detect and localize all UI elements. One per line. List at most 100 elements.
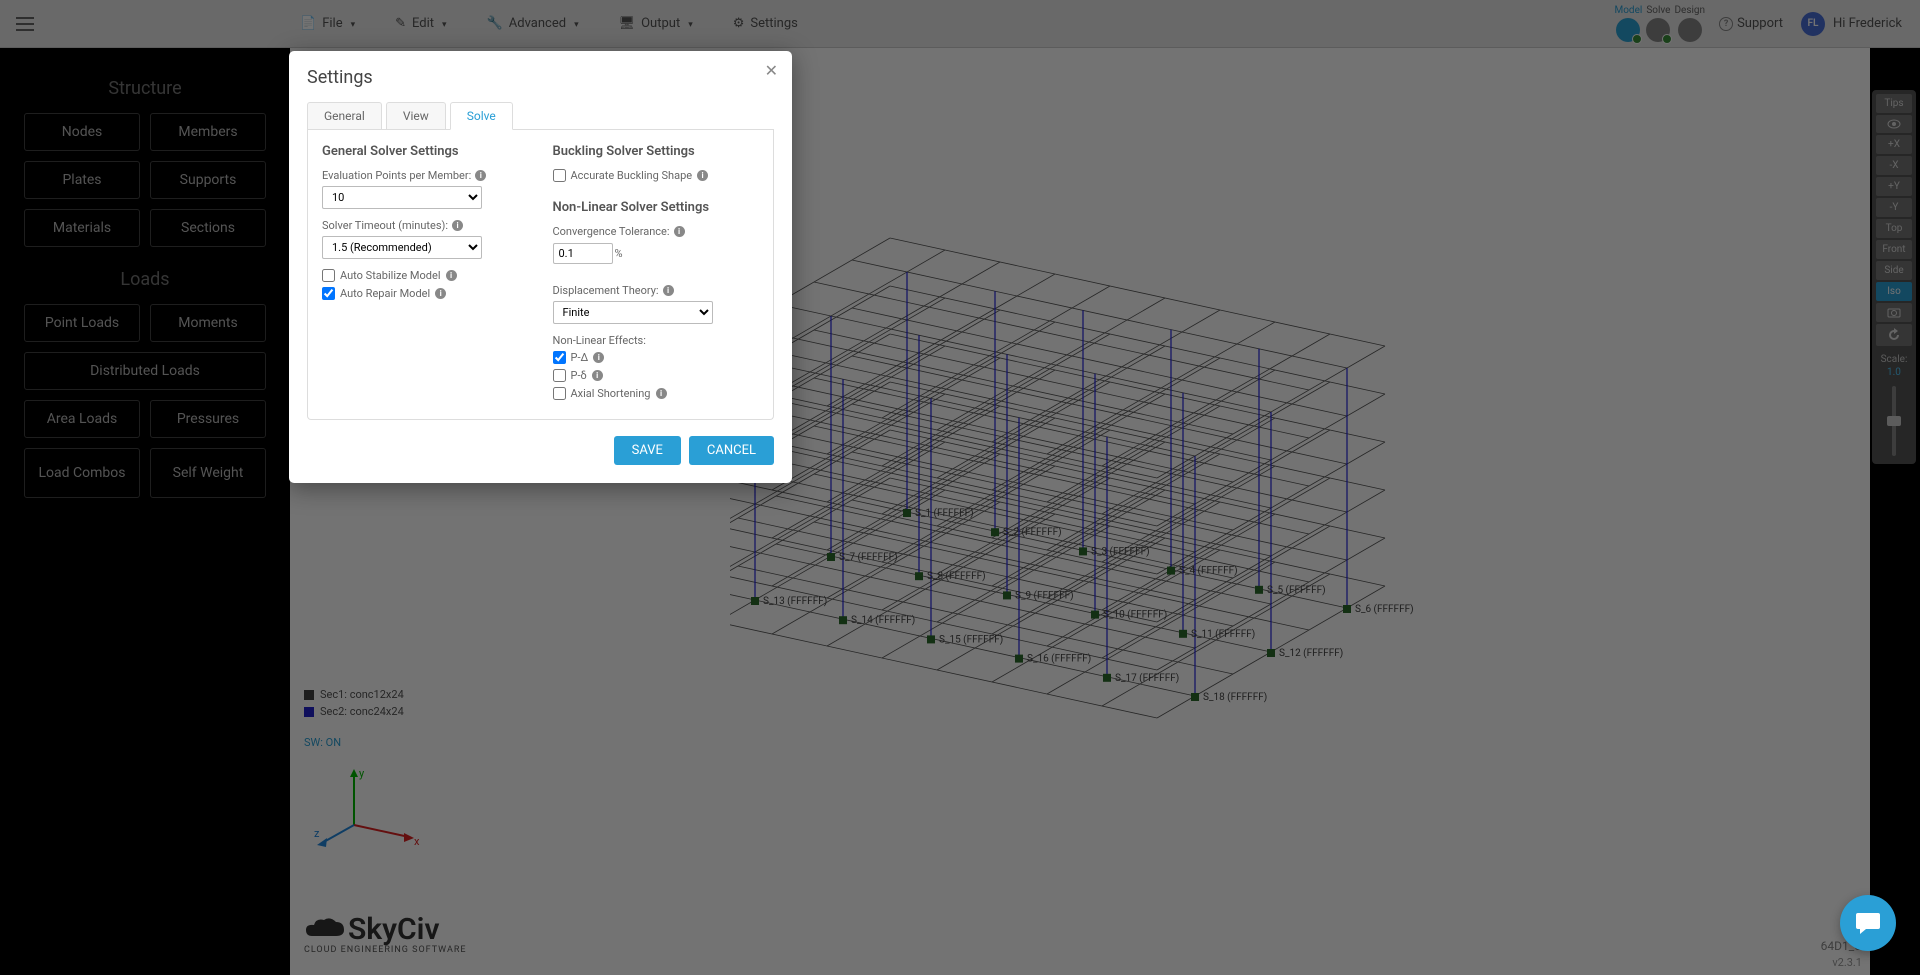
p-delta-cap-checkbox[interactable]: P-Δi — [553, 351, 760, 364]
info-icon[interactable]: i — [656, 388, 667, 399]
self-weight-button[interactable]: Self Weight — [150, 448, 266, 498]
view-top[interactable]: Top — [1876, 219, 1912, 238]
convergence-label: Convergence Tolerance:i — [553, 225, 760, 238]
sections-button[interactable]: Sections — [150, 209, 266, 247]
menu-output[interactable]: 🖥 Output — [619, 16, 693, 31]
tab-general[interactable]: General — [307, 102, 382, 129]
view-plus-y[interactable]: +Y — [1876, 177, 1912, 196]
info-icon[interactable]: i — [663, 285, 674, 296]
save-button[interactable]: SAVE — [614, 436, 681, 465]
logo-icon — [304, 916, 346, 944]
p-delta-small-checkbox[interactable]: P-δi — [553, 369, 760, 382]
svg-text:S_17 (FFFFFF): S_17 (FFFFFF) — [1115, 672, 1179, 684]
view-controls: Tips +X -X +Y -Y Top Front Side Iso Scal… — [1872, 90, 1916, 464]
svg-text:S_13 (FFFFFF): S_13 (FFFFFF) — [763, 595, 827, 607]
modal-tabs: General View Solve — [307, 102, 774, 130]
tab-content-solve: General Solver Settings Evaluation Point… — [307, 130, 774, 420]
cancel-button[interactable]: CANCEL — [689, 436, 774, 465]
pressures-button[interactable]: Pressures — [150, 400, 266, 438]
menu-settings[interactable]: ⚙ Settings — [733, 16, 798, 31]
logo: SkyCiv CLOUD ENGINEERING SOFTWARE — [304, 912, 467, 955]
scale-value: 1.0 — [1876, 367, 1912, 378]
mode-design[interactable]: Design — [1674, 5, 1705, 42]
svg-text:S_6 (FFFFFF): S_6 (FFFFFF) — [1355, 603, 1414, 615]
menu-advanced[interactable]: 🔧 Advanced — [487, 16, 579, 31]
tab-view[interactable]: View — [386, 102, 446, 129]
plates-button[interactable]: Plates — [24, 161, 140, 199]
view-front[interactable]: Front — [1876, 240, 1912, 259]
materials-button[interactable]: Materials — [24, 209, 140, 247]
hamburger-menu[interactable] — [10, 17, 40, 31]
view-refresh-icon[interactable] — [1876, 324, 1912, 346]
area-loads-button[interactable]: Area Loads — [24, 400, 140, 438]
scale-label: Scale: — [1876, 354, 1912, 365]
svg-text:S_2 (FFFFFF): S_2 (FFFFFF) — [1003, 526, 1062, 538]
info-icon[interactable]: i — [452, 220, 463, 231]
distributed-loads-button[interactable]: Distributed Loads — [24, 352, 266, 390]
displacement-select[interactable]: Finite — [553, 301, 713, 324]
svg-text:S_4 (FFFFFF): S_4 (FFFFFF) — [1179, 565, 1238, 577]
info-icon[interactable]: i — [697, 170, 708, 181]
nonlinear-heading: Non-Linear Solver Settings — [553, 200, 760, 215]
legend-row-2: Sec2: conc24x24 — [304, 705, 404, 718]
convergence-input[interactable] — [553, 243, 613, 264]
moments-button[interactable]: Moments — [150, 304, 266, 342]
menu-edit[interactable]: ✎ Edit — [395, 16, 446, 31]
info-icon[interactable]: i — [446, 270, 457, 281]
close-icon[interactable]: ✕ — [765, 61, 778, 80]
members-button[interactable]: Members — [150, 113, 266, 151]
nodes-button[interactable]: Nodes — [24, 113, 140, 151]
displacement-label: Displacement Theory:i — [553, 284, 760, 297]
svg-text:z: z — [314, 827, 320, 840]
view-minus-x[interactable]: -X — [1876, 156, 1912, 175]
info-icon[interactable]: i — [435, 288, 446, 299]
svg-text:S_1 (FFFFFF): S_1 (FFFFFF) — [915, 507, 974, 519]
view-camera-icon[interactable] — [1876, 303, 1912, 322]
info-icon[interactable]: i — [593, 352, 604, 363]
supports-button[interactable]: Supports — [150, 161, 266, 199]
chat-bubble[interactable] — [1840, 895, 1896, 951]
svg-text:y: y — [359, 767, 365, 780]
auto-stabilize-checkbox[interactable]: Auto Stabilize Modeli — [322, 269, 529, 282]
solver-timeout-label: Solver Timeout (minutes):i — [322, 219, 529, 232]
structure-heading: Structure — [24, 78, 266, 99]
eval-points-select[interactable]: 10 — [322, 186, 482, 209]
view-side[interactable]: Side — [1876, 261, 1912, 280]
menu-file[interactable]: 📄 File — [300, 16, 355, 31]
info-icon[interactable]: i — [475, 170, 486, 181]
version-label: v2.3.1 — [1832, 956, 1862, 969]
svg-text:S_3 (FFFFFF): S_3 (FFFFFF) — [1091, 545, 1150, 557]
general-solver-heading: General Solver Settings — [322, 144, 529, 159]
chat-icon — [1854, 909, 1882, 937]
view-tips[interactable]: Tips — [1876, 94, 1912, 113]
mode-badges: Model Solve Design — [1615, 5, 1706, 42]
auto-repair-checkbox[interactable]: Auto Repair Modeli — [322, 287, 529, 300]
support-link[interactable]: ?Support — [1719, 16, 1787, 31]
info-icon[interactable]: i — [592, 370, 603, 381]
structure-model: S_1 (FFFFFF) S_2 (FFFFFF) S_3 (FFFFFF) S_4 … — [730, 148, 1770, 828]
svg-text:S_11 (FFFFFF): S_11 (FFFFFF) — [1191, 628, 1255, 640]
view-minus-y[interactable]: -Y — [1876, 198, 1912, 217]
axial-shortening-checkbox[interactable]: Axial Shorteningi — [553, 387, 760, 400]
view-iso[interactable]: Iso — [1876, 282, 1912, 301]
accurate-buckling-checkbox[interactable]: Accurate Buckling Shapei — [553, 169, 760, 182]
modal-footer: SAVE CANCEL — [307, 436, 774, 465]
info-icon[interactable]: i — [674, 226, 685, 237]
svg-text:S_5 (FFFFFF): S_5 (FFFFFF) — [1267, 584, 1326, 596]
toolbar-right: Model Solve Design ?Support FL Hi Freder… — [1615, 5, 1911, 42]
tab-solve[interactable]: Solve — [450, 102, 513, 130]
svg-text:S_12 (FFFFFF): S_12 (FFFFFF) — [1279, 647, 1343, 659]
svg-text:S_15 (FFFFFF): S_15 (FFFFFF) — [939, 633, 1003, 645]
solver-timeout-select[interactable]: 1.5 (Recommended) — [322, 236, 482, 259]
view-eye-icon[interactable] — [1876, 115, 1912, 133]
mode-solve[interactable]: Solve — [1646, 5, 1670, 42]
user-menu[interactable]: FL Hi Frederick — [1801, 12, 1910, 36]
point-loads-button[interactable]: Point Loads — [24, 304, 140, 342]
load-combos-button[interactable]: Load Combos — [24, 448, 140, 498]
svg-text:S_10 (FFFFFF): S_10 (FFFFFF) — [1103, 609, 1167, 621]
scale-slider[interactable] — [1892, 386, 1896, 456]
view-plus-x[interactable]: +X — [1876, 135, 1912, 154]
logo-subtitle: CLOUD ENGINEERING SOFTWARE — [304, 945, 467, 955]
avatar: FL — [1801, 12, 1825, 36]
mode-model[interactable]: Model — [1615, 5, 1643, 42]
